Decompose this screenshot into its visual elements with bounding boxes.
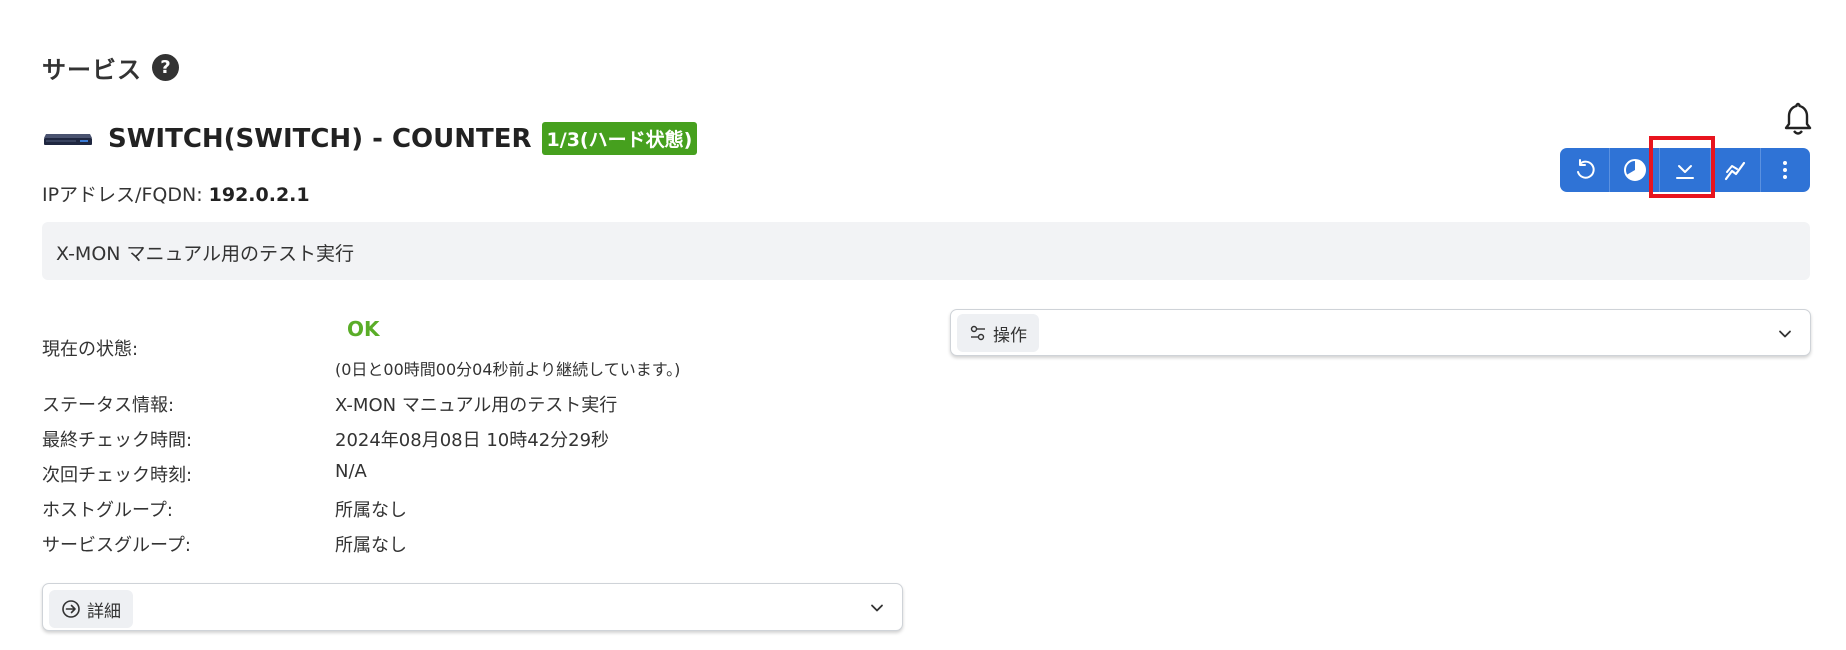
arrow-circle-right-icon — [62, 600, 80, 618]
graph-icon — [1725, 161, 1746, 181]
status-info-value: X-MON マニュアル用のテスト実行 — [335, 395, 618, 416]
details-label: 詳細 — [87, 601, 121, 622]
host-group-label: ホストグループ: — [42, 500, 173, 521]
sliders-icon — [970, 325, 985, 341]
refresh-button[interactable] — [1560, 148, 1611, 192]
details-accordion[interactable]: 詳細 — [42, 583, 903, 631]
next-check-value: N/A — [335, 461, 367, 482]
chevron-down-icon — [871, 604, 883, 612]
service-group-value: 所属なし — [335, 535, 407, 556]
last-check-value: 2024年08月08日 10時42分29秒 — [335, 430, 610, 451]
network-switch-icon — [44, 133, 92, 145]
service-description: X-MON マニュアル用のテスト実行 — [42, 222, 1810, 280]
service-title-row: SWITCH(SWITCH) - COUNTER 1/3(ハード状態) — [42, 122, 698, 155]
history-pie-icon — [1623, 159, 1646, 181]
elapsed-time: (0日と00時間00分04秒前より継続しています。) — [335, 360, 681, 379]
operations-label: 操作 — [993, 325, 1027, 346]
download-icon — [1676, 165, 1694, 179]
host-group-value: 所属なし — [335, 500, 407, 521]
more-menu-button[interactable] — [1761, 148, 1810, 192]
refresh-icon — [1576, 159, 1595, 179]
state-badge: 1/3(ハード状態) — [541, 122, 698, 155]
ip-value: 192.0.2.1 — [208, 184, 310, 206]
operations-accordion[interactable]: 操作 — [950, 309, 1811, 356]
graph-button[interactable] — [1711, 148, 1761, 192]
more-vertical-icon — [1783, 161, 1788, 179]
service-toolbar — [1560, 148, 1810, 192]
details-chip: 詳細 — [49, 590, 133, 628]
service-title: SWITCH(SWITCH) - COUNTER — [108, 123, 532, 154]
bell-icon[interactable] — [1784, 102, 1812, 136]
chevron-down-icon — [1779, 330, 1791, 338]
history-button[interactable] — [1610, 148, 1661, 192]
ip-address: IPアドレス/FQDN: 192.0.2.1 — [42, 180, 310, 207]
status-info-label: ステータス情報: — [42, 395, 175, 416]
page-title: サービス — [42, 56, 142, 84]
ip-label: IPアドレス/FQDN: — [42, 184, 209, 206]
status-ok-badge: OK — [347, 317, 380, 341]
page-heading: サービス ? — [42, 50, 179, 85]
question-circle-icon[interactable]: ? — [152, 54, 179, 81]
last-check-label: 最終チェック時間: — [42, 430, 193, 451]
current-state-label: 現在の状態: — [42, 339, 139, 360]
next-check-label: 次回チェック時刻: — [42, 465, 193, 486]
operations-chip: 操作 — [957, 314, 1039, 352]
download-button[interactable] — [1660, 148, 1711, 192]
service-group-label: サービスグループ: — [42, 535, 191, 556]
